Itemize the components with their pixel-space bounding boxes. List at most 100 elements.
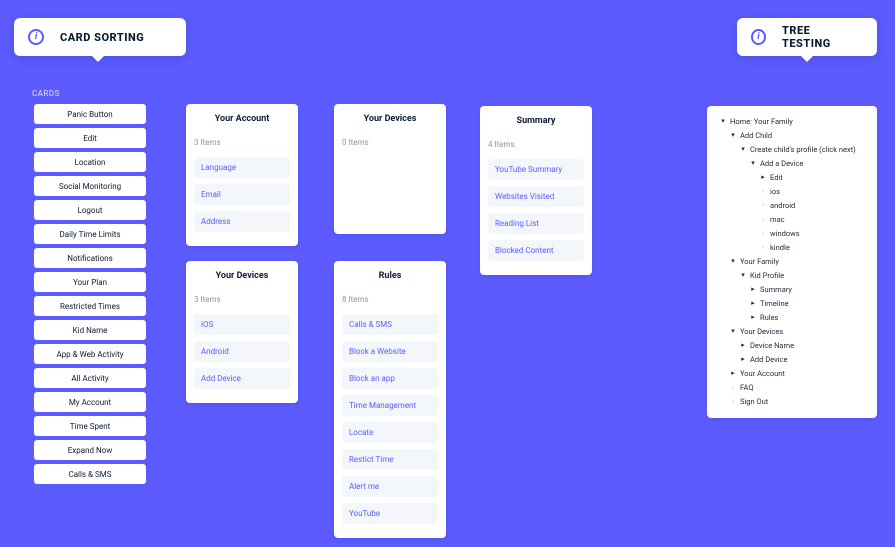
- tree-row[interactable]: ▸Add Device: [713, 352, 871, 366]
- column-item[interactable]: iOS: [194, 314, 290, 335]
- tree-label: Your Devices: [740, 327, 783, 336]
- column-count: 3 Items: [194, 138, 290, 147]
- column-item[interactable]: Android: [194, 341, 290, 362]
- info-icon: i: [28, 29, 44, 45]
- column-item[interactable]: Language: [194, 157, 290, 178]
- tree-row[interactable]: ›kindle: [713, 240, 871, 254]
- tree-row[interactable]: ▸Your Account: [713, 366, 871, 380]
- tree-label: Home: Your Family: [730, 117, 793, 126]
- bullet-icon: ›: [759, 187, 767, 195]
- chevron-down-icon[interactable]: ▾: [719, 117, 727, 125]
- chevron-right-icon[interactable]: ▸: [739, 355, 747, 363]
- card-item[interactable]: Logout: [34, 200, 146, 220]
- chevron-right-icon[interactable]: ▸: [749, 313, 757, 321]
- tree-label: mac: [770, 215, 785, 224]
- column-item[interactable]: Websites Visited: [488, 186, 584, 207]
- tree-row[interactable]: ▾Create child's profile (click next): [713, 142, 871, 156]
- tab-title: CARD SORTING: [60, 31, 144, 44]
- card-item[interactable]: Location: [34, 152, 146, 172]
- tree-label: Add Device: [750, 355, 787, 364]
- chevron-right-icon[interactable]: ▸: [759, 173, 767, 181]
- chevron-right-icon[interactable]: ▸: [749, 285, 757, 293]
- chevron-down-icon[interactable]: ▾: [729, 327, 737, 335]
- column-title: Your Devices: [342, 114, 438, 124]
- tree-row[interactable]: ▸Timeline: [713, 296, 871, 310]
- card-item[interactable]: Expand Now: [34, 440, 146, 460]
- tree-row[interactable]: ▾Add a Device: [713, 156, 871, 170]
- chevron-right-icon[interactable]: ▸: [749, 299, 757, 307]
- tree-row[interactable]: ›windows: [713, 226, 871, 240]
- chevron-down-icon[interactable]: ▾: [729, 257, 737, 265]
- card-item[interactable]: Edit: [34, 128, 146, 148]
- tree-label: Edit: [770, 173, 783, 182]
- sort-column-account[interactable]: Your Account3 ItemsLanguageEmailAddress: [186, 104, 298, 246]
- tree-row[interactable]: ▾Add Child: [713, 128, 871, 142]
- column-item[interactable]: Block a Website: [342, 341, 438, 362]
- column-item[interactable]: Email: [194, 184, 290, 205]
- bullet-icon: ›: [729, 383, 737, 391]
- card-item[interactable]: App & Web Activity: [34, 344, 146, 364]
- tab-card-sorting[interactable]: i CARD SORTING: [14, 18, 186, 56]
- card-item[interactable]: Restricted Times: [34, 296, 146, 316]
- card-item[interactable]: Daily Time Limits: [34, 224, 146, 244]
- tree-row[interactable]: ▸Summary: [713, 282, 871, 296]
- chevron-down-icon[interactable]: ▾: [739, 271, 747, 279]
- tab-tree-testing[interactable]: i TREE TESTING: [737, 18, 877, 56]
- tree-row[interactable]: ›ios: [713, 184, 871, 198]
- chevron-down-icon[interactable]: ▾: [749, 159, 757, 167]
- column-item[interactable]: Blocked Content: [488, 240, 584, 261]
- column-item[interactable]: Add Device: [194, 368, 290, 389]
- tree-row[interactable]: ▸Device Name: [713, 338, 871, 352]
- card-item[interactable]: Panic Button: [34, 104, 146, 124]
- column-item[interactable]: YouTube: [342, 503, 438, 524]
- card-item[interactable]: All Activity: [34, 368, 146, 388]
- column-item[interactable]: Alert me: [342, 476, 438, 497]
- card-item[interactable]: Calls & SMS: [34, 464, 146, 484]
- column-item[interactable]: Restict Time: [342, 449, 438, 470]
- column-title: Summary: [488, 116, 584, 126]
- sort-column-devices-c[interactable]: Your Devices0 Items: [334, 104, 446, 234]
- tree-row[interactable]: ▾Kid Profile: [713, 268, 871, 282]
- card-item[interactable]: Your Plan: [34, 272, 146, 292]
- tree-label: Add Child: [740, 131, 772, 140]
- sort-column-devices-b[interactable]: Your Devices3 ItemsiOSAndroidAdd Device: [186, 261, 298, 403]
- sort-column-rules[interactable]: Rules8 ItemsCalls & SMSBlock a WebsiteBl…: [334, 261, 446, 538]
- column-title: Rules: [342, 271, 438, 281]
- tree-label: android: [770, 201, 795, 210]
- tree-row[interactable]: ▾Your Family: [713, 254, 871, 268]
- tree-label: Rules: [760, 313, 778, 322]
- tree-label: windows: [770, 229, 800, 238]
- tree-row[interactable]: ›Sign Out: [713, 394, 871, 408]
- sort-column-summary[interactable]: Summary4 ItemsYouTube SummaryWebsites Vi…: [480, 106, 592, 275]
- tree-row[interactable]: ▾Home: Your Family: [713, 114, 871, 128]
- tree-row[interactable]: ▸Rules: [713, 310, 871, 324]
- card-stack: Panic Button Edit Location Social Monitorin…: [34, 104, 146, 488]
- tree-label: Device Name: [750, 341, 794, 350]
- card-item[interactable]: Kid Name: [34, 320, 146, 340]
- column-item[interactable]: Locate: [342, 422, 438, 443]
- tree-label: Create child's profile (click next): [750, 145, 856, 154]
- chevron-right-icon[interactable]: ▸: [739, 341, 747, 349]
- chevron-down-icon[interactable]: ▾: [729, 131, 737, 139]
- column-item[interactable]: Address: [194, 211, 290, 232]
- chevron-down-icon[interactable]: ▾: [739, 145, 747, 153]
- column-item[interactable]: Reading List: [488, 213, 584, 234]
- tree-label: Summary: [760, 285, 792, 294]
- card-item[interactable]: Time Spent: [34, 416, 146, 436]
- card-item[interactable]: My Account: [34, 392, 146, 412]
- column-item[interactable]: Calls & SMS: [342, 314, 438, 335]
- tree-label: kindle: [770, 243, 790, 252]
- tree-label: Your Family: [740, 257, 779, 266]
- tree-row[interactable]: ›android: [713, 198, 871, 212]
- column-item[interactable]: Block an app: [342, 368, 438, 389]
- tree-row[interactable]: ›mac: [713, 212, 871, 226]
- tree-row[interactable]: ▸Edit: [713, 170, 871, 184]
- card-item[interactable]: Notifications: [34, 248, 146, 268]
- tree-row[interactable]: ▾Your Devices: [713, 324, 871, 338]
- card-item[interactable]: Social Monitoring: [34, 176, 146, 196]
- chevron-right-icon[interactable]: ▸: [729, 369, 737, 377]
- column-item[interactable]: YouTube Summary: [488, 159, 584, 180]
- tree-label: Timeline: [760, 299, 789, 308]
- column-item[interactable]: Time Management: [342, 395, 438, 416]
- tree-row[interactable]: ›FAQ: [713, 380, 871, 394]
